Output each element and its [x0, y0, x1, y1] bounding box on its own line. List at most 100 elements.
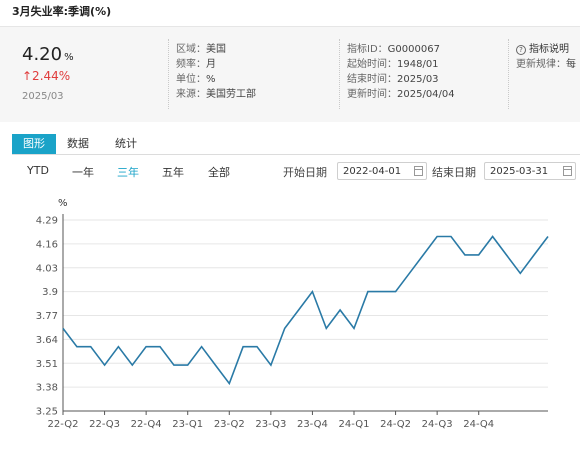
data-point[interactable] — [381, 290, 383, 292]
indicator-desc-link[interactable]: ? 指标说明 — [516, 42, 576, 57]
start-date-value: 2022-04-01 — [343, 166, 402, 177]
series-line-unemployment — [62, 235, 549, 386]
data-point[interactable] — [464, 254, 466, 256]
y-tick-label: 3.38 — [36, 383, 58, 394]
calendar-icon — [563, 166, 572, 176]
view-tabs: 图形 数据 统计 — [12, 134, 580, 155]
meta-value: 美国 — [206, 44, 226, 55]
calendar-icon — [414, 166, 423, 176]
y-tick-label: 3.64 — [36, 335, 58, 346]
data-point[interactable] — [505, 254, 507, 256]
meta-key: 频率： — [176, 59, 206, 70]
meta-key: 起始时间： — [347, 59, 397, 70]
data-point[interactable] — [284, 327, 286, 329]
meta-value: 2025/03 — [397, 74, 439, 85]
data-point[interactable] — [478, 254, 480, 256]
data-point[interactable] — [394, 290, 396, 292]
meta-value: 美国劳工部 — [206, 89, 256, 100]
meta-row: 更新时间：2025/04/04 — [347, 87, 455, 102]
y-tick-label: 3.51 — [36, 359, 58, 370]
start-date-input[interactable]: 2022-04-01 — [337, 162, 427, 180]
change-percent: ↑2.44% — [22, 69, 71, 83]
tab-chart[interactable]: 图形 — [12, 134, 56, 154]
data-point[interactable] — [408, 272, 410, 274]
data-point[interactable] — [436, 235, 438, 237]
meta-key: 来源： — [176, 89, 206, 100]
divider — [168, 39, 169, 109]
y-tick-label: 3.25 — [36, 407, 58, 418]
update-rule: 更新规律：每 — [516, 59, 576, 70]
data-point[interactable] — [145, 346, 147, 348]
meta-row: 结束时间：2025/03 — [347, 72, 455, 87]
meta-key: 结束时间： — [347, 74, 397, 85]
meta-key: 单位： — [176, 74, 206, 85]
data-point[interactable] — [297, 309, 299, 311]
meta-row: 单位：% — [176, 72, 256, 87]
summary-panel: 4.20% ↑2.44% 2025/03 区域：美国 频率：月 单位：% 来源：美国劳… — [0, 26, 580, 122]
data-point[interactable] — [131, 364, 133, 366]
y-tick-label: 4.03 — [36, 263, 58, 274]
data-point[interactable] — [311, 290, 313, 292]
data-point[interactable] — [62, 327, 64, 329]
x-tick-label: 22-Q2 — [48, 419, 79, 430]
meta-row: 来源：美国劳工部 — [176, 87, 256, 102]
data-point[interactable] — [450, 235, 452, 237]
y-axis-unit: % — [58, 198, 68, 209]
x-tick-label: 22-Q4 — [131, 419, 162, 430]
tab-stats[interactable]: 统计 — [104, 134, 148, 154]
data-point[interactable] — [533, 254, 535, 256]
range-5y[interactable]: 五年 — [162, 164, 184, 180]
end-date-input[interactable]: 2025-03-31 — [484, 162, 576, 180]
data-point[interactable] — [214, 364, 216, 366]
range-ytd[interactable]: YTD — [27, 164, 49, 177]
page-title: 3月失业率:季调(%) — [12, 5, 112, 18]
meta-value: G0000067 — [387, 44, 440, 55]
data-point[interactable] — [353, 327, 355, 329]
x-tick-label: 23-Q4 — [297, 419, 328, 430]
end-date-label: 结束日期 — [432, 166, 476, 179]
data-point[interactable] — [325, 327, 327, 329]
range-all[interactable]: 全部 — [208, 164, 230, 180]
y-tick-label: 3.77 — [36, 311, 58, 322]
range-1y[interactable]: 一年 — [72, 164, 94, 180]
data-point[interactable] — [90, 346, 92, 348]
meta-row: 起始时间：1948/01 — [347, 57, 455, 72]
x-tick-label: 24-Q4 — [463, 419, 494, 430]
data-point[interactable] — [367, 290, 369, 292]
value-unit: % — [64, 52, 74, 63]
data-point[interactable] — [270, 364, 272, 366]
data-point[interactable] — [228, 382, 230, 384]
tab-data[interactable]: 数据 — [56, 134, 100, 154]
data-point[interactable] — [519, 272, 521, 274]
data-point[interactable] — [187, 364, 189, 366]
start-date-label: 开始日期 — [283, 166, 327, 179]
y-tick-label: 3.9 — [42, 287, 58, 298]
data-point[interactable] — [200, 346, 202, 348]
value-text: 4.20 — [22, 44, 63, 65]
meta-key: 指标ID： — [347, 44, 388, 55]
data-point[interactable] — [103, 364, 105, 366]
meta-column-2: 指标ID：G0000067 起始时间：1948/01 结束时间：2025/03 更新时… — [347, 42, 455, 102]
data-point[interactable] — [422, 254, 424, 256]
data-point[interactable] — [491, 235, 493, 237]
data-point[interactable] — [256, 346, 258, 348]
range-toolbar: YTD 一年 三年 五年 全部 开始日期 2022-04-01 结束日期 202… — [0, 162, 580, 182]
unemployment-line-chart: 3.25 3.38 3.51 3.64 3.77 3.9 4.03 4.16 4.29 22-Q… — [36, 198, 549, 430]
data-point[interactable] — [242, 346, 244, 348]
x-tick-label: 23-Q1 — [172, 419, 203, 430]
data-point[interactable] — [547, 235, 549, 237]
divider — [339, 39, 340, 109]
help-icon: ? — [516, 45, 526, 55]
range-3y[interactable]: 三年 — [117, 164, 139, 180]
data-point[interactable] — [173, 364, 175, 366]
meta-row: 区域：美国 — [176, 42, 256, 57]
data-point[interactable] — [117, 346, 119, 348]
meta-row: 频率：月 — [176, 57, 256, 72]
data-point[interactable] — [159, 346, 161, 348]
latest-date: 2025/03 — [22, 91, 64, 102]
data-point[interactable] — [339, 309, 341, 311]
meta-value: 月 — [206, 59, 216, 70]
data-point[interactable] — [76, 346, 78, 348]
x-tick-label: 23-Q2 — [214, 419, 245, 430]
x-tick-label: 24-Q2 — [380, 419, 411, 430]
